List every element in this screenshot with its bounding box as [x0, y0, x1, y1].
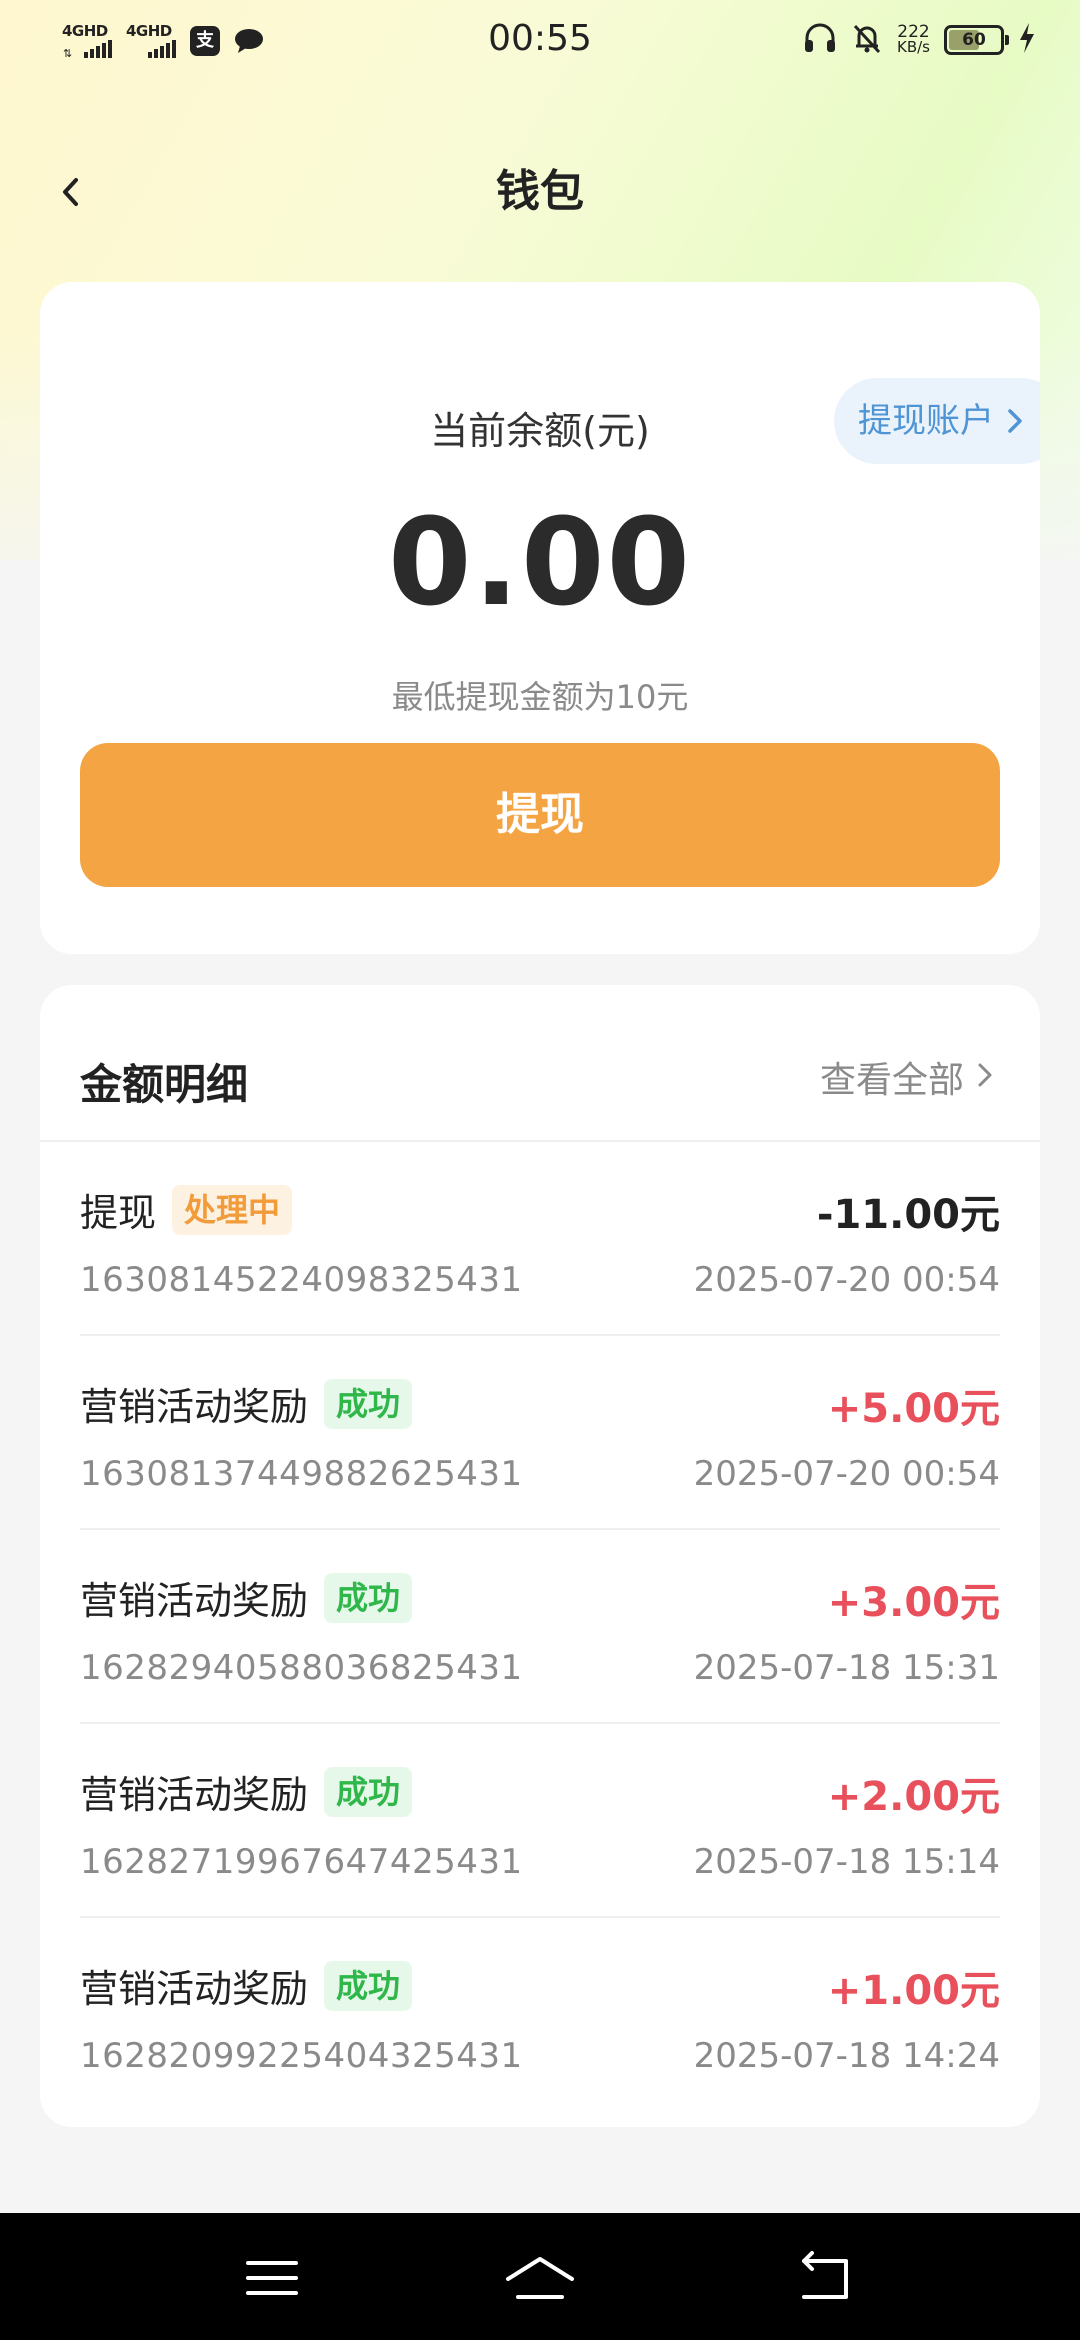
menu-icon: [246, 2261, 298, 2295]
transaction-name: 提现: [80, 1191, 157, 1235]
balance-amount: 0.00: [387, 494, 693, 633]
transaction-name: 营销活动奖励: [80, 1967, 309, 2011]
nav-back-button[interactable]: [784, 2243, 864, 2313]
minimum-withdraw-tip: 最低提现金额为10元: [391, 678, 689, 716]
transaction-date: 2025-07-18 15:14: [693, 1842, 1000, 1882]
nav-menu-button[interactable]: [232, 2243, 312, 2313]
withdraw-button[interactable]: 提现: [80, 743, 1000, 887]
transaction-id: 1630813744988262543​1: [80, 1454, 523, 1494]
battery-percentage: 60: [962, 30, 986, 50]
nav-home-button[interactable]: [500, 2243, 580, 2313]
mute-bell-icon: [851, 22, 883, 58]
system-navigation-bar: [0, 2213, 1080, 2340]
transaction-amount: +2.00元: [827, 1774, 1000, 1820]
transaction-name: 营销活动奖励: [80, 1773, 309, 1817]
transaction-amount: -11.00元: [816, 1192, 1000, 1238]
transaction-row[interactable]: 提现 处理中 1630814522409832543​1 -11.00元 202…: [80, 1142, 1000, 1336]
transaction-row[interactable]: 营销活动奖励 成功 1628294058803682543​1 +3.00元 2…: [80, 1530, 1000, 1724]
transaction-row[interactable]: 营销活动奖励 成功 1630813744988262543​1 +5.00元 2…: [80, 1336, 1000, 1530]
transaction-details-card: 金额明细 查看全部 提现 处理中 1630814522409832543​1 -…: [40, 985, 1040, 2127]
top-app-bar: 钱包: [0, 150, 1080, 234]
transaction-row[interactable]: 营销活动奖励 成功 1628271996764742543​1 +2.00元 2…: [80, 1724, 1000, 1918]
chevron-right-icon: [1008, 409, 1022, 433]
home-icon: [506, 2257, 574, 2299]
withdraw-account-label: 提现账户: [858, 401, 994, 441]
page-title: 钱包: [496, 166, 584, 217]
transaction-id: 1628209922540432543​1: [80, 2036, 523, 2076]
withdraw-account-button[interactable]: 提现账户: [834, 378, 1040, 464]
network-speed: 222 KB/s: [897, 22, 930, 56]
transaction-id: 1628294058803682543​1: [80, 1648, 523, 1688]
transaction-date: 2025-07-20 00:54: [693, 1260, 1000, 1300]
transaction-row[interactable]: 营销活动奖励 成功 1628209922540432543​1 +1.00元 2…: [80, 1918, 1000, 2112]
transaction-amount: +1.00元: [827, 1968, 1000, 2014]
transaction-amount: +3.00元: [827, 1580, 1000, 1626]
status-badge: 成功: [324, 1960, 413, 2011]
transaction-date: 2025-07-18 15:31: [693, 1648, 1000, 1688]
status-badge: 成功: [324, 1572, 413, 1623]
charging-bolt-icon: [1018, 23, 1036, 57]
transaction-name: 营销活动奖励: [80, 1385, 309, 1429]
details-header: 金额明细 查看全部: [40, 985, 1040, 1142]
transaction-id: 1630814522409832543​1: [80, 1260, 523, 1300]
transaction-amount: +5.00元: [827, 1386, 1000, 1432]
status-bar: 4GHD ⇅ 4GHD 支 00:55 222 KB/s 60: [0, 0, 1080, 84]
headphones-icon: [803, 22, 837, 58]
transaction-name: 营销活动奖励: [80, 1579, 309, 1623]
transaction-id: 1628271996764742543​1: [80, 1842, 523, 1882]
status-badge: 成功: [324, 1766, 413, 1817]
details-title: 金额明细: [80, 1060, 249, 1109]
view-all-label: 查看全部: [819, 1060, 964, 1101]
status-right-group: 222 KB/s 60: [803, 22, 1036, 58]
return-icon: [802, 2251, 848, 2299]
chevron-right-icon: [978, 1063, 992, 1087]
status-badge: 成功: [324, 1378, 413, 1429]
status-badge: 处理中: [172, 1184, 293, 1235]
battery-icon: 60: [944, 25, 1009, 55]
transaction-date: 2025-07-18 14:24: [693, 2036, 1000, 2076]
balance-card: 当前余额(元) 提现账户 0.00 最低提现金额为10元 提现: [40, 282, 1040, 954]
view-all-link[interactable]: 查看全部: [820, 1051, 994, 1103]
transaction-date: 2025-07-20 00:54: [693, 1454, 1000, 1494]
